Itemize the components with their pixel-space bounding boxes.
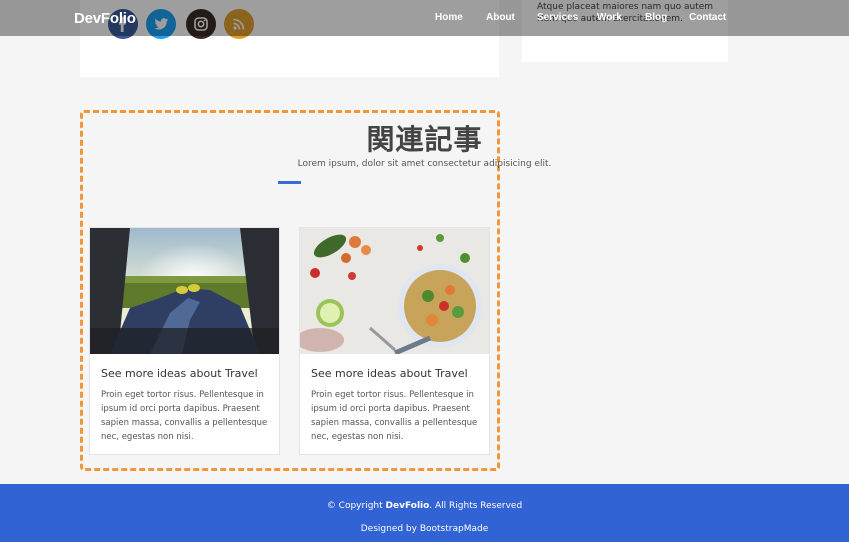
nav-contact[interactable]: Contact (689, 12, 726, 23)
copyright-text: © Copyright DevFolio. All Rights Reserve… (0, 501, 849, 511)
nav-work[interactable]: Work (597, 12, 622, 23)
card-text: Proin eget tortor risus. Pellentesque in… (311, 390, 478, 442)
copyright-brand: DevFolio (385, 501, 430, 511)
related-title: 関連記事 (366, 123, 483, 156)
nav-services[interactable]: Services (537, 12, 578, 23)
food-image[interactable] (300, 228, 489, 354)
card-text: Proin eget tortor risus. Pellentesque in… (101, 390, 268, 442)
related-subtitle: Lorem ipsum, dolor sit amet consectetur … (297, 159, 552, 169)
nav-blog[interactable]: Blog (645, 12, 667, 23)
article-card[interactable]: See more ideas about Travel Proin eget t… (299, 227, 490, 455)
copyright-prefix: © Copyright (326, 501, 383, 511)
card-title[interactable]: See more ideas about Travel (311, 367, 468, 380)
site-logo[interactable]: DevFolio (74, 10, 136, 27)
card-title[interactable]: See more ideas about Travel (101, 367, 258, 380)
copyright-suffix: . All Rights Reserved (429, 501, 523, 511)
designed-by-text: Designed by BootstrapMade (360, 524, 489, 534)
nav-about[interactable]: About (486, 12, 515, 23)
title-underline (278, 181, 301, 184)
article-card[interactable]: See more ideas about Travel Proin eget t… (89, 227, 280, 455)
nav-home[interactable]: Home (435, 12, 463, 23)
travel-image[interactable] (90, 228, 279, 354)
